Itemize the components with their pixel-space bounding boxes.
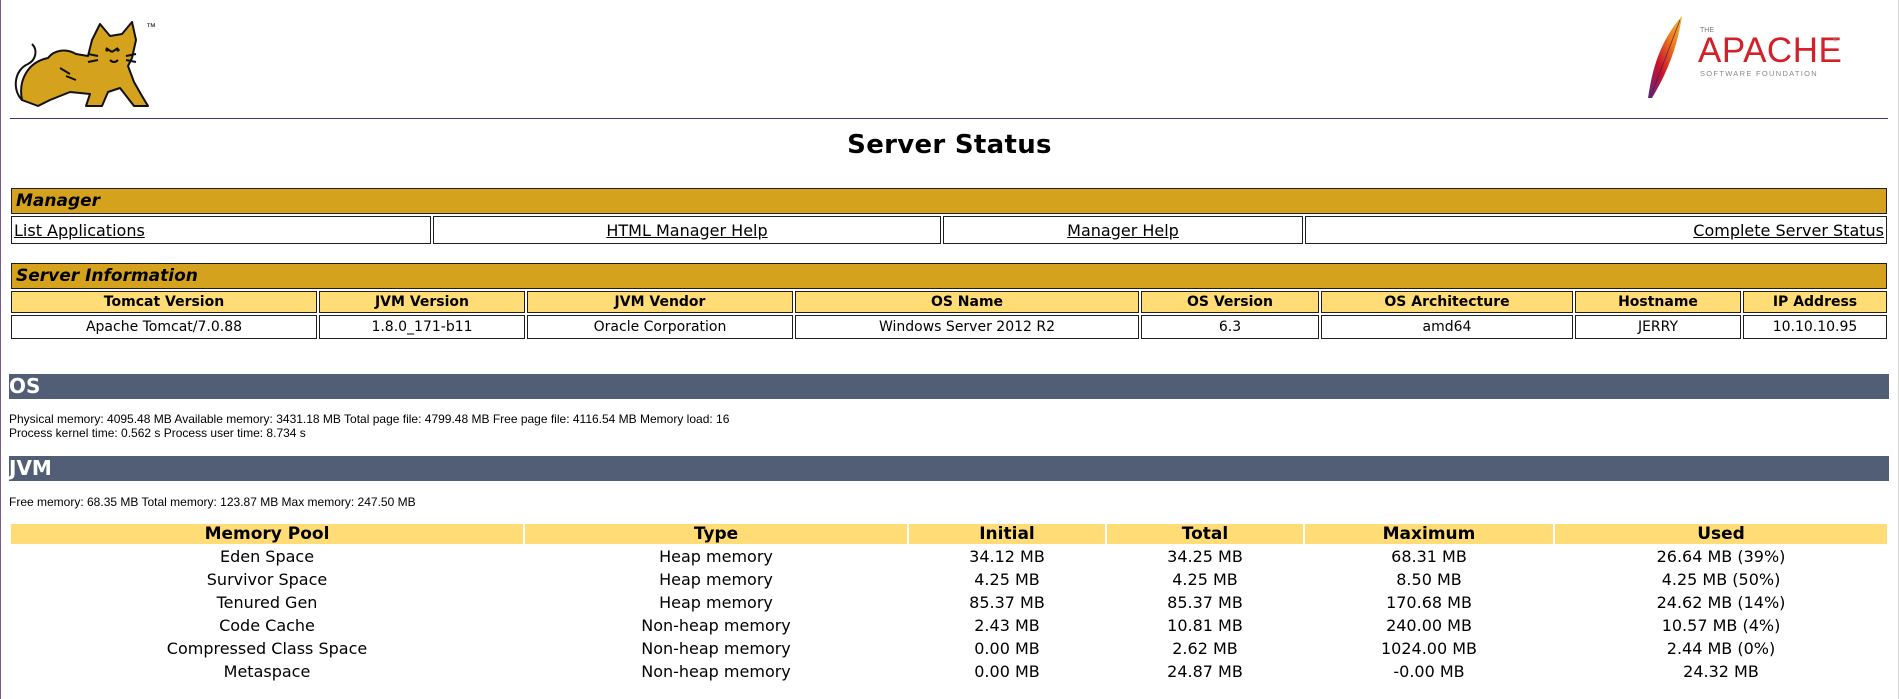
column-header: JVM Version (319, 291, 525, 313)
table-row: Survivor Space Heap memory 4.25 MB 4.25 … (11, 569, 1887, 590)
apache-logo: THE APACHE ® SOFTWARE FOUNDATION (1648, 16, 1842, 99)
table-row: Compressed Class Space Non-heap memory 0… (11, 638, 1887, 659)
pool-total: 2.62 MB (1172, 639, 1238, 658)
pool-type: Non-heap memory (641, 662, 791, 681)
pool-maximum: 240.00 MB (1386, 616, 1472, 635)
pool-type: Heap memory (659, 593, 773, 612)
pool-type: Non-heap memory (641, 639, 791, 658)
column-header: Initial (909, 524, 1105, 544)
pool-maximum: 8.50 MB (1396, 570, 1462, 589)
svg-text:®: ® (1833, 37, 1838, 44)
os-name-value: Windows Server 2012 R2 (795, 315, 1139, 339)
column-header: Type (525, 524, 907, 544)
pool-initial: 34.12 MB (969, 547, 1045, 566)
pool-used: 10.57 MB (4%) (1661, 616, 1781, 635)
manager-link-cell: Manager Help (943, 216, 1303, 244)
table-row: Eden Space Heap memory 34.12 MB 34.25 MB… (11, 546, 1887, 567)
pool-initial: 0.00 MB (974, 662, 1040, 681)
jvm-memory-info: Free memory: 68.35 MB Total memory: 123.… (9, 495, 416, 509)
column-header: Tomcat Version (11, 291, 317, 313)
pool-name: Survivor Space (206, 570, 328, 589)
page-header: ™ THE APACHE ® SOFTWARE FOUNDATION (0, 0, 1899, 119)
svg-text:SOFTWARE FOUNDATION: SOFTWARE FOUNDATION (1700, 69, 1818, 78)
os-memory-info: Physical memory: 4095.48 MB Available me… (9, 412, 730, 426)
os-version-value: 6.3 (1141, 315, 1319, 339)
pool-name: Metaspace (223, 662, 311, 681)
pool-initial: 2.43 MB (974, 616, 1040, 635)
column-header: JVM Vendor (527, 291, 793, 313)
tomcat-logo: ™ (14, 21, 156, 107)
ip-address-value: 10.10.10.95 (1743, 315, 1887, 339)
header-divider (10, 118, 1888, 119)
server-information-title: Server Information (11, 263, 1887, 289)
jvm-section-header: JVM (9, 456, 1889, 481)
os-process-times: Process kernel time: 0.562 s Process use… (9, 426, 306, 440)
html-manager-help-link[interactable]: HTML Manager Help (606, 221, 767, 240)
column-header: Used (1555, 524, 1887, 544)
manager-table: Manager List Applications HTML Manager H… (9, 186, 1889, 246)
pool-maximum: 1024.00 MB (1380, 639, 1478, 658)
pool-total: 24.87 MB (1167, 662, 1243, 681)
os-section-title: OS (9, 374, 41, 398)
pool-type: Heap memory (659, 547, 773, 566)
table-row: Metaspace Non-heap memory 0.00 MB 24.87 … (11, 661, 1887, 682)
column-header: Hostname (1575, 291, 1741, 313)
manager-help-link[interactable]: Manager Help (1067, 221, 1179, 240)
pool-initial: 4.25 MB (974, 570, 1040, 589)
pool-total: 85.37 MB (1167, 593, 1243, 612)
svg-text:APACHE: APACHE (1698, 31, 1842, 70)
tomcat-version-value: Apache Tomcat/7.0.88 (11, 315, 317, 339)
table-row: Tenured Gen Heap memory 85.37 MB 85.37 M… (11, 592, 1887, 613)
column-header: Memory Pool (11, 524, 523, 544)
jvm-section-title: JVM (9, 456, 52, 480)
complete-server-status-link[interactable]: Complete Server Status (1693, 221, 1884, 240)
pool-maximum: 68.31 MB (1391, 547, 1467, 566)
pool-used: 24.62 MB (14%) (1656, 593, 1786, 612)
column-header: Maximum (1305, 524, 1553, 544)
pool-initial: 0.00 MB (974, 639, 1040, 658)
pool-name: Tenured Gen (216, 593, 318, 612)
pool-maximum: -0.00 MB (1393, 662, 1465, 681)
table-row: Code Cache Non-heap memory 2.43 MB 10.81… (11, 615, 1887, 636)
pool-name: Code Cache (219, 616, 315, 635)
manager-link-cell: HTML Manager Help (433, 216, 941, 244)
os-section-header: OS (9, 374, 1889, 399)
pool-name: Eden Space (219, 547, 315, 566)
memory-pools-table: Memory Pool Type Initial Total Maximum U… (9, 522, 1889, 684)
manager-title: Manager (11, 188, 1887, 214)
column-header: OS Name (795, 291, 1139, 313)
server-information-table: Server Information Tomcat Version JVM Ve… (9, 261, 1889, 341)
pool-initial: 85.37 MB (969, 593, 1045, 612)
pool-total: 10.81 MB (1167, 616, 1243, 635)
pool-used: 26.64 MB (39%) (1656, 547, 1786, 566)
manager-link-cell: Complete Server Status (1305, 216, 1887, 244)
pool-type: Non-heap memory (641, 616, 791, 635)
list-applications-link[interactable]: List Applications (14, 221, 145, 240)
jvm-version-value: 1.8.0_171-b11 (319, 315, 525, 339)
svg-text:™: ™ (146, 22, 156, 33)
pool-maximum: 170.68 MB (1386, 593, 1472, 612)
jvm-vendor-value: Oracle Corporation (527, 315, 793, 339)
pool-used: 2.44 MB (0%) (1666, 639, 1776, 658)
manager-link-cell: List Applications (11, 216, 431, 244)
column-header: IP Address (1743, 291, 1887, 313)
pool-total: 4.25 MB (1172, 570, 1238, 589)
pool-used: 4.25 MB (50%) (1661, 570, 1781, 589)
column-header: OS Architecture (1321, 291, 1573, 313)
pool-used: 24.32 MB (1683, 662, 1759, 681)
column-header: Total (1107, 524, 1303, 544)
os-architecture-value: amd64 (1321, 315, 1573, 339)
pool-total: 34.25 MB (1167, 547, 1243, 566)
page-title: Server Status (847, 130, 1052, 160)
column-header: OS Version (1141, 291, 1319, 313)
pool-type: Heap memory (659, 570, 773, 589)
pool-name: Compressed Class Space (166, 639, 368, 658)
hostname-value: JERRY (1575, 315, 1741, 339)
